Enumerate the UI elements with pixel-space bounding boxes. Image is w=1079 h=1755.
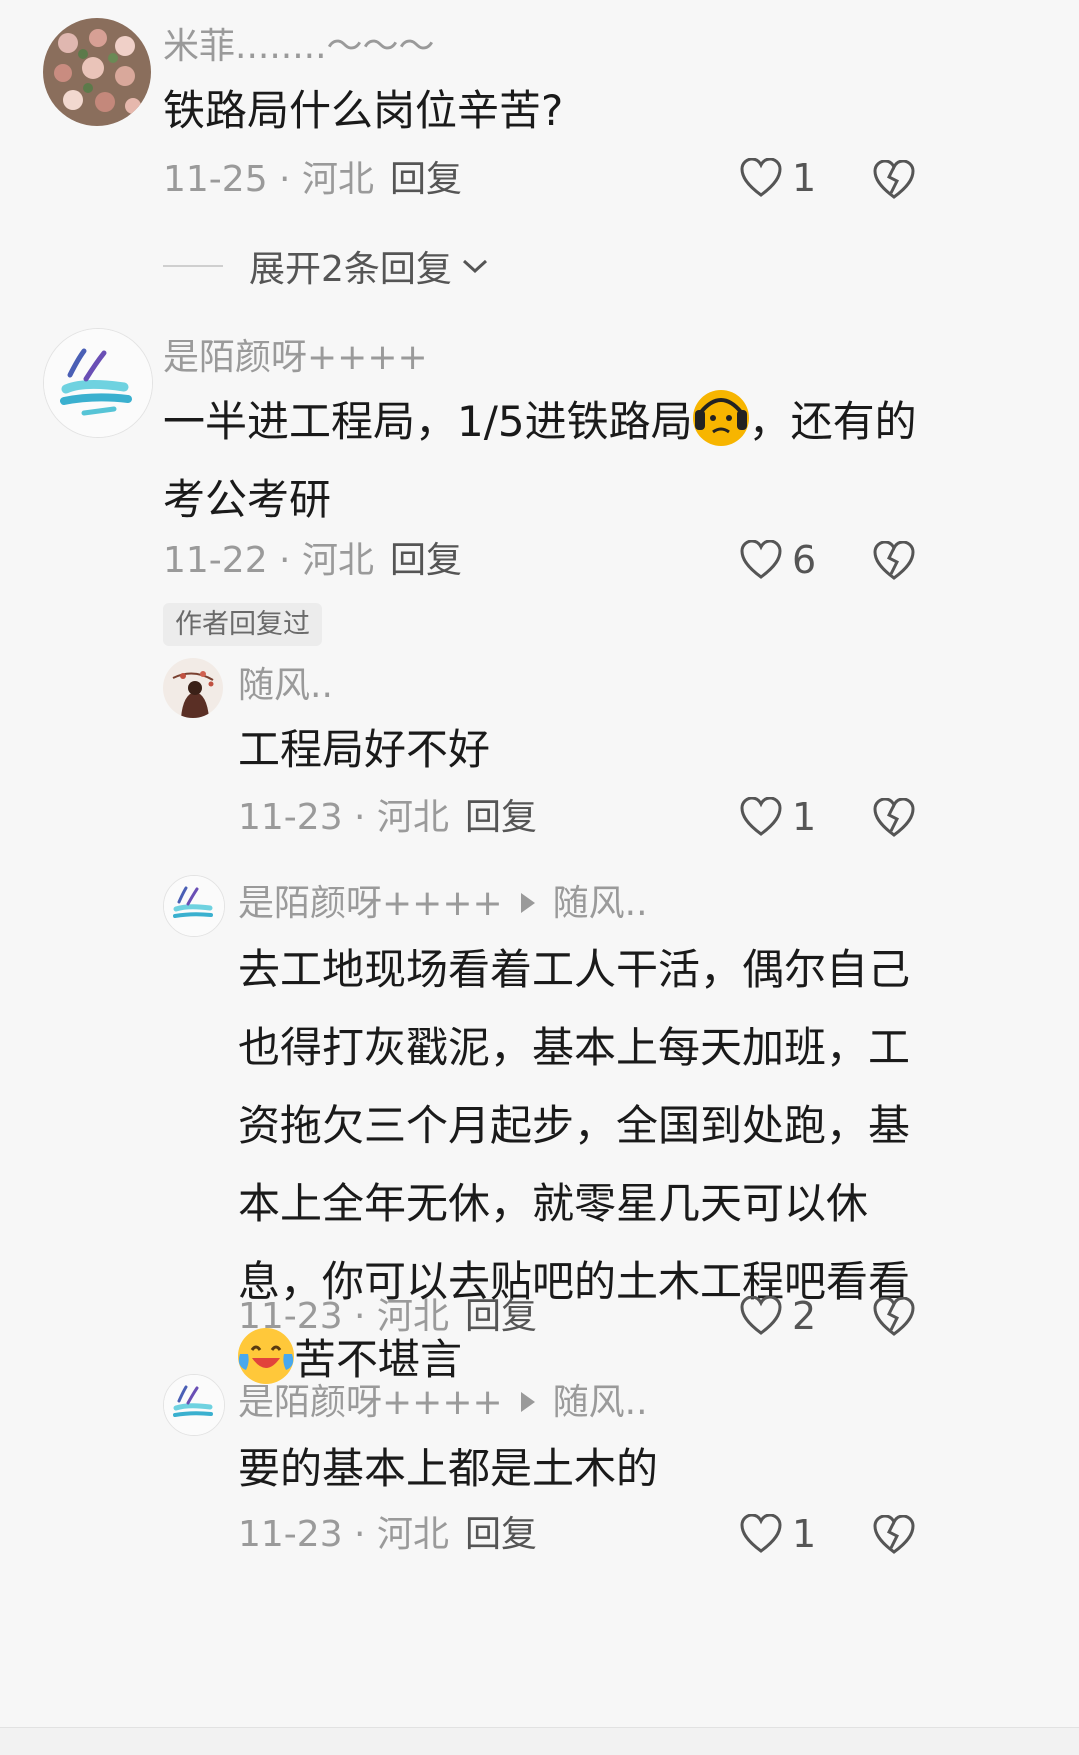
heart-outline-icon bbox=[740, 1296, 782, 1335]
comment-text: 工程局好不好 bbox=[238, 725, 491, 774]
comment-text-part: 苦不堪言 bbox=[294, 1335, 463, 1384]
reply-header: 是陌颜呀++++ 随风.. bbox=[238, 886, 648, 922]
chevron-down-icon bbox=[462, 259, 487, 274]
bottom-bar bbox=[0, 1727, 1079, 1755]
username[interactable]: 米菲........～～～ bbox=[163, 29, 435, 65]
broken-heart-icon[interactable] bbox=[873, 798, 915, 838]
heart-outline-icon bbox=[740, 797, 782, 836]
comment-meta: 11-25 · 河北 bbox=[163, 159, 374, 200]
comment-meta: 11-23 · 河北 bbox=[238, 1514, 449, 1555]
reply-button[interactable]: 回复 bbox=[390, 162, 462, 198]
avatar-shimoyan[interactable] bbox=[163, 1374, 225, 1436]
reply-to-arrow-icon bbox=[520, 1392, 535, 1412]
like-count: 2 bbox=[792, 1294, 817, 1338]
broken-heart-icon[interactable] bbox=[873, 1297, 915, 1337]
comment-meta: 11-22 · 河北 bbox=[163, 540, 374, 581]
avatar-shimoyan[interactable] bbox=[43, 328, 153, 438]
reply-header: 是陌颜呀++++ 随风.. bbox=[238, 1385, 648, 1421]
expand-label: 展开2条回复 bbox=[249, 249, 452, 290]
like-button[interactable]: 1 bbox=[740, 158, 816, 198]
expand-replies-button[interactable]: 展开2条回复 bbox=[163, 240, 490, 292]
like-button[interactable]: 1 bbox=[740, 1514, 816, 1554]
comment-text: 要的基本上都是土木的 bbox=[238, 1444, 659, 1493]
comment-text: 一半进工程局，1/5进铁路局 ，还有的考公考研 bbox=[163, 383, 923, 539]
broken-heart-icon[interactable] bbox=[873, 1515, 915, 1555]
reply-button[interactable]: 回复 bbox=[465, 1517, 537, 1553]
avatar-shimoyan[interactable] bbox=[163, 875, 225, 937]
username[interactable]: 随风.. bbox=[238, 668, 333, 704]
reply-to-username[interactable]: 随风.. bbox=[553, 883, 648, 924]
avatar-suifeng[interactable] bbox=[163, 658, 223, 718]
reply-button[interactable]: 回复 bbox=[465, 1299, 537, 1335]
reply-button[interactable]: 回复 bbox=[465, 800, 537, 836]
comment-text-part: 一半进工程局，1/5进铁路局 bbox=[163, 397, 693, 446]
like-count: 6 bbox=[792, 538, 817, 582]
reply-to-username[interactable]: 随风.. bbox=[553, 1382, 648, 1423]
broken-heart-icon[interactable] bbox=[873, 160, 915, 200]
headphone-sad-emoji bbox=[692, 390, 749, 446]
like-button[interactable]: 2 bbox=[740, 1296, 816, 1336]
reply-button[interactable]: 回复 bbox=[390, 543, 462, 579]
avatar-mifei[interactable] bbox=[43, 18, 151, 126]
like-button[interactable]: 1 bbox=[740, 797, 816, 837]
divider bbox=[163, 265, 223, 267]
author-replied-badge: 作者回复过 bbox=[163, 603, 322, 646]
comment-text-part: 去工地现场看着工人干活，偶尔自己也得打灰戳泥，基本上每天加班，工资拖欠三个月起步… bbox=[238, 945, 911, 1306]
comment-meta: 11-23 · 河北 bbox=[238, 797, 449, 838]
comment-text: 铁路局什么岗位辛苦? bbox=[163, 86, 564, 135]
reply-to-arrow-icon bbox=[520, 893, 535, 913]
heart-outline-icon bbox=[740, 540, 782, 579]
like-count: 1 bbox=[792, 795, 817, 839]
username[interactable]: 是陌颜呀++++ bbox=[238, 1382, 503, 1423]
broken-heart-icon[interactable] bbox=[873, 541, 915, 581]
heart-outline-icon bbox=[740, 158, 782, 197]
like-button[interactable]: 6 bbox=[740, 540, 816, 580]
username[interactable]: 是陌颜呀++++ bbox=[238, 883, 503, 924]
comment-meta: 11-23 · 河北 bbox=[238, 1296, 449, 1337]
like-count: 1 bbox=[792, 156, 817, 200]
username[interactable]: 是陌颜呀++++ bbox=[163, 340, 428, 376]
heart-outline-icon bbox=[740, 1514, 782, 1553]
like-count: 1 bbox=[792, 1512, 817, 1556]
